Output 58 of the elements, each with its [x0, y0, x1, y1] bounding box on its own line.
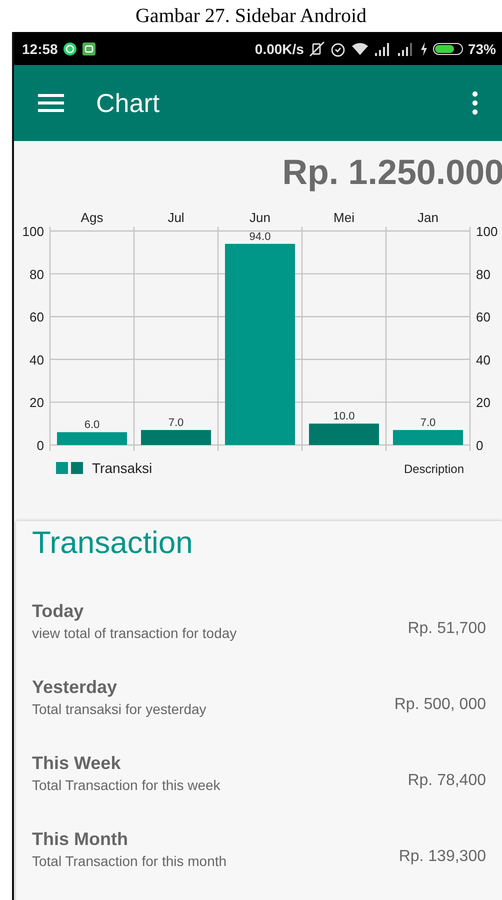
- wifi-icon: [350, 41, 369, 56]
- period-title: Yesterday: [32, 677, 118, 698]
- chart-bar: [57, 432, 127, 445]
- legend-swatch: [71, 462, 83, 474]
- period-amount: Rp. 139,300: [398, 848, 486, 867]
- period-title: Today: [32, 601, 85, 622]
- chat-app-icon: [62, 42, 77, 56]
- period-title: This Week: [32, 753, 122, 774]
- x-axis-label: Jun: [250, 210, 270, 225]
- signal-icon: [374, 42, 392, 56]
- y-axis-label: 80: [30, 266, 44, 282]
- y-axis-label: 60: [30, 310, 44, 325]
- battery-percent: 73%: [468, 40, 496, 56]
- data-label: 7.0: [168, 417, 184, 430]
- x-axis-label: Jan: [418, 210, 438, 225]
- battery-icon: [432, 42, 463, 54]
- y-axis-label: 20: [30, 395, 44, 410]
- menu-icon[interactable]: [38, 93, 64, 113]
- app-icon: [82, 42, 96, 56]
- app-bar-title: Chart: [96, 88, 161, 118]
- data-label: 94.0: [249, 230, 271, 243]
- x-axis-label: Mei: [334, 210, 354, 225]
- period-title: This Month: [32, 829, 129, 850]
- y-axis-label: 100: [22, 224, 44, 239]
- vibrate-off-icon: [308, 40, 325, 56]
- period-description: Total Transaction for this week: [32, 777, 220, 793]
- y-axis-label: 60: [476, 310, 490, 325]
- period-description: view total of transaction for today: [32, 625, 237, 641]
- period-description: Total transaksi for yesterday: [32, 701, 206, 717]
- y-axis-label: 40: [476, 352, 490, 368]
- chart-bar: [393, 430, 463, 445]
- data-label: 10.0: [333, 410, 355, 423]
- y-axis-label: 80: [476, 266, 490, 282]
- network-speed: 0.00K/s: [254, 40, 304, 56]
- period-description: Total Transaction for this month: [32, 853, 227, 869]
- data-label: 6.0: [84, 419, 100, 432]
- x-axis-label: Jul: [168, 210, 184, 225]
- card-title: Transaction: [32, 525, 194, 561]
- period-amount: Rp. 51,700: [408, 620, 486, 639]
- y-axis-label: 0: [36, 438, 44, 453]
- legend-label: Transaksi: [92, 460, 152, 476]
- y-axis-label: 40: [30, 352, 44, 368]
- signal-icon: [396, 42, 415, 56]
- charging-bolt-icon: [420, 42, 428, 56]
- y-axis-label: 100: [476, 224, 498, 239]
- chart-bar: [141, 430, 211, 445]
- chart-bar: [309, 424, 379, 445]
- y-axis-label: 20: [476, 395, 490, 410]
- data-label: 7.0: [420, 417, 436, 430]
- period-amount: Rp. 500, 000: [394, 696, 486, 715]
- period-amount: Rp. 78,400: [408, 772, 486, 791]
- legend-swatch: [56, 462, 68, 474]
- chart-description: Description: [404, 462, 464, 476]
- x-axis-label: Ags: [80, 210, 104, 225]
- figure-caption: Gambar 27. Sidebar Android: [134, 4, 368, 29]
- y-axis-label: 0: [476, 438, 484, 453]
- more-options-icon[interactable]: [472, 91, 478, 115]
- clock: 12:58: [22, 40, 58, 56]
